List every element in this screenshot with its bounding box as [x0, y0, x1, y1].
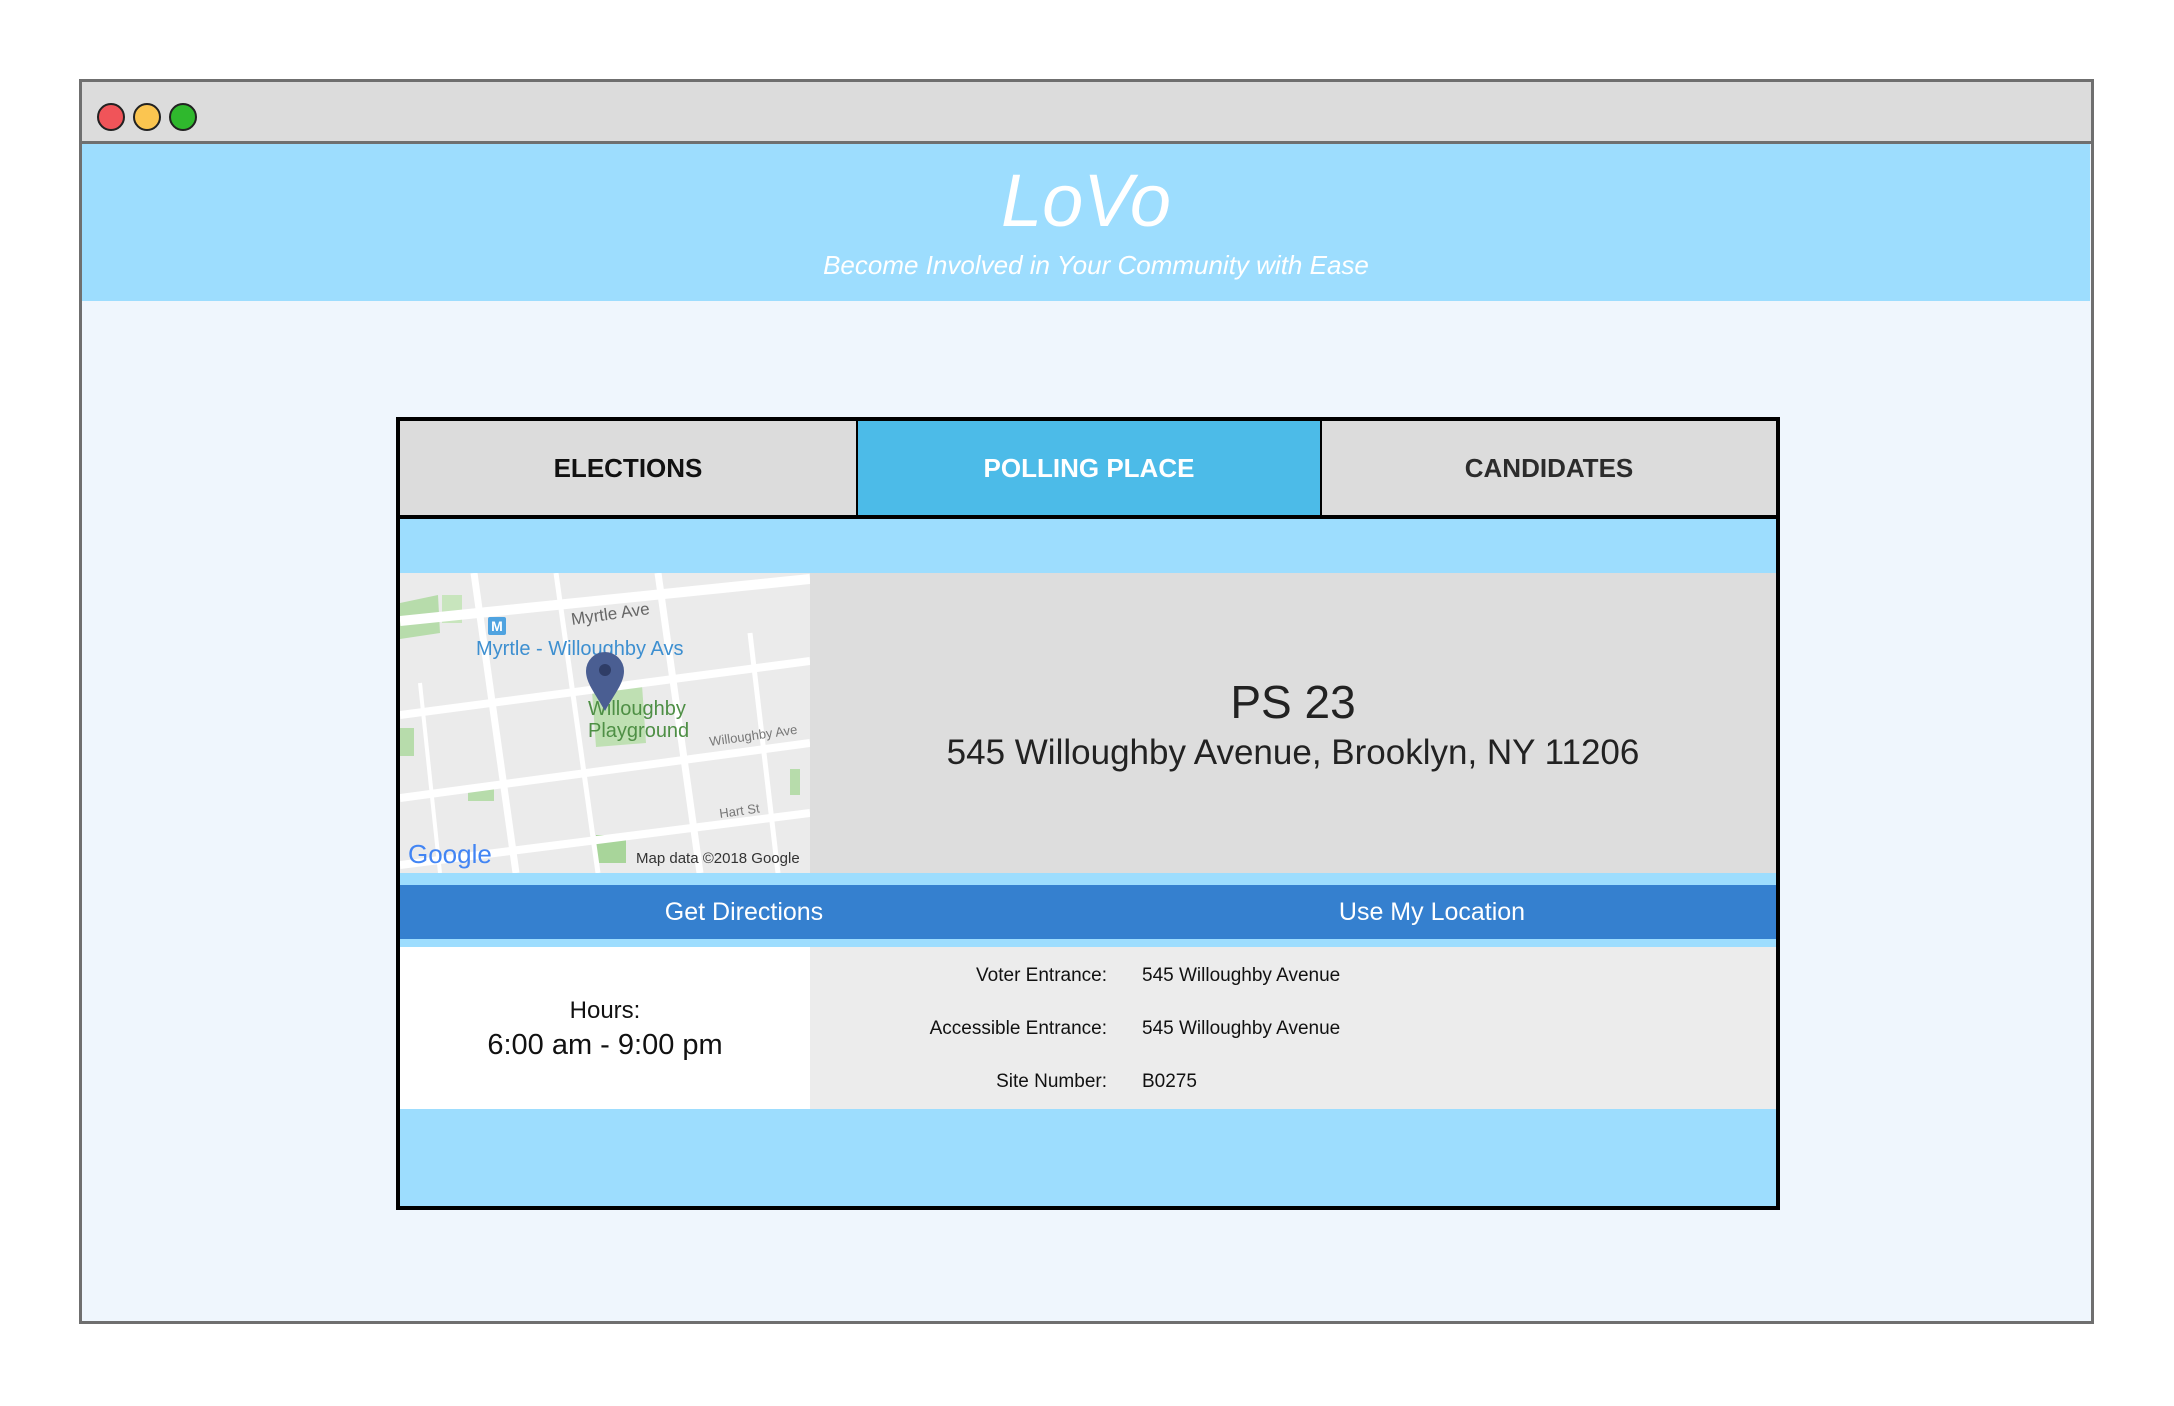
maximize-window-button[interactable]	[169, 103, 197, 131]
hours-label: Hours:	[569, 997, 641, 1024]
polling-place-map[interactable]: M Myrtle Ave Myrtle - Willoughby Avs Wil…	[400, 573, 810, 873]
map-attribution: Map data ©2018 Google	[636, 850, 800, 867]
action-bar: Get Directions Use My Location	[400, 885, 1776, 939]
map-canvas: M Myrtle Ave Myrtle - Willoughby Avs Wil…	[400, 573, 810, 873]
use-my-location-button[interactable]: Use My Location	[1088, 885, 1776, 939]
detail-value: B0275	[1142, 1071, 1197, 1092]
detail-label: Voter Entrance:	[976, 965, 1107, 986]
detail-row: Site Number: B0275	[810, 1067, 1776, 1097]
detail-value: 545 Willoughby Avenue	[1142, 1018, 1341, 1039]
get-directions-button[interactable]: Get Directions	[400, 885, 1088, 939]
station-label: Myrtle - Willoughby Avs	[476, 638, 683, 660]
detail-row: Voter Entrance: 545 Willoughby Avenue	[810, 961, 1776, 991]
tab-elections[interactable]: ELECTIONS	[400, 421, 858, 515]
polling-place-name: PS 23	[1230, 676, 1356, 728]
tab-polling-place[interactable]: POLLING PLACE	[858, 421, 1322, 515]
detail-label: Site Number:	[996, 1071, 1107, 1092]
polling-place-address: 545 Willoughby Avenue, Brooklyn, NY 1120…	[946, 733, 1640, 772]
tab-candidates[interactable]: CANDIDATES	[1322, 421, 1776, 515]
park-label: Playground	[588, 720, 689, 742]
window-titlebar	[82, 82, 2091, 144]
google-logo: Google	[408, 839, 492, 869]
site-header: LoVo Become Involved in Your Community w…	[82, 144, 2090, 301]
park-area	[400, 728, 414, 756]
minimize-window-button[interactable]	[133, 103, 161, 131]
hours-panel: Hours: 6:00 am - 9:00 pm	[400, 947, 810, 1109]
site-tagline: Become Involved in Your Community with E…	[823, 250, 1369, 280]
detail-row: Accessible Entrance: 545 Willoughby Aven…	[810, 1014, 1776, 1044]
close-window-button[interactable]	[97, 103, 125, 131]
site-brand[interactable]: LoVo	[82, 164, 2090, 238]
hours-value: 6:00 am - 9:00 pm	[487, 1029, 723, 1061]
site-details: Voter Entrance: 545 Willoughby Avenue Ac…	[810, 947, 1776, 1109]
detail-label: Accessible Entrance:	[929, 1018, 1107, 1039]
polling-place-info: PS 23 545 Willoughby Avenue, Brooklyn, N…	[810, 573, 1776, 873]
browser-window: LoVo Become Involved in Your Community w…	[79, 79, 2094, 1324]
polling-card: ELECTIONS POLLING PLACE CANDIDATES M Myr…	[396, 417, 1780, 1210]
subway-icon-glyph: M	[491, 618, 503, 634]
tab-bar: ELECTIONS POLLING PLACE CANDIDATES	[400, 421, 1776, 519]
detail-value: 545 Willoughby Avenue	[1142, 965, 1341, 986]
park-area	[790, 769, 800, 795]
